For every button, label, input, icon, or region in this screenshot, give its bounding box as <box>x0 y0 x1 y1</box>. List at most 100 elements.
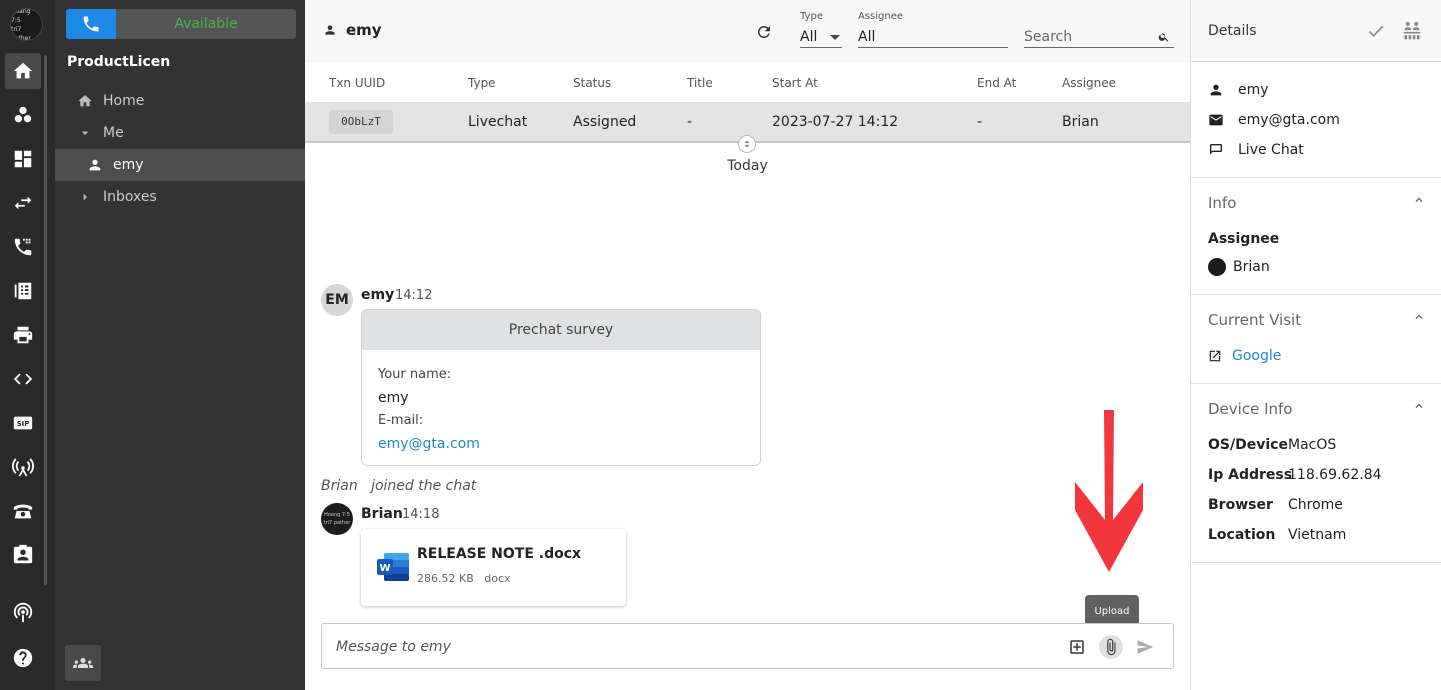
agent-status-bar: Available <box>66 9 296 39</box>
phonebook-icon <box>12 280 34 302</box>
message-input[interactable] <box>336 636 1036 658</box>
rail-calls[interactable] <box>5 229 41 265</box>
phone-dots-icon <box>12 236 34 258</box>
contact-email-row: emy@gta.com <box>1208 112 1340 128</box>
conversation-area: emy Type All Assignee All Search Txn UUI… <box>305 0 1190 690</box>
refresh-button[interactable] <box>755 23 773 41</box>
details-title: Details <box>1208 23 1257 39</box>
chevron-up-icon <box>1415 314 1423 319</box>
device-info-section-title: Device Info <box>1208 400 1293 418</box>
svg-text:SIP: SIP <box>17 420 30 428</box>
rail-id-card[interactable] <box>5 537 41 573</box>
column-assignee[interactable]: Assignee <box>1062 76 1116 90</box>
merge-button[interactable] <box>1402 21 1422 41</box>
upload-button[interactable] <box>1099 635 1123 659</box>
add-note-button[interactable] <box>1065 635 1089 659</box>
rail-dashboard[interactable] <box>5 141 41 177</box>
collapse-visit-button[interactable] <box>1412 310 1426 324</box>
rail-broadcast[interactable] <box>5 449 41 485</box>
person-icon <box>323 23 346 37</box>
visit-link-row[interactable]: Google <box>1208 348 1281 364</box>
divider <box>1191 562 1441 563</box>
annotation-arrow-icon <box>1075 410 1143 572</box>
user-avatar[interactable]: Hoang 7:5 tri7 pather <box>10 8 43 41</box>
type-filter-select[interactable]: All <box>800 26 842 48</box>
row-end-at: - <box>977 114 983 130</box>
visit-link[interactable]: Google <box>1232 348 1281 364</box>
rail-sip[interactable]: SIP <box>5 405 41 441</box>
column-title[interactable]: Title <box>687 76 713 90</box>
contact-name: emy <box>346 21 382 39</box>
nav-item-inboxes[interactable]: Inboxes <box>55 181 305 213</box>
rail-scrollbar[interactable] <box>44 55 47 585</box>
contact-name-row: emy <box>1208 82 1269 98</box>
resize-handle[interactable] <box>738 135 756 153</box>
rail-contacts[interactable] <box>5 273 41 309</box>
survey-name-value: emy <box>378 390 409 406</box>
device-key: Browser <box>1208 497 1273 513</box>
message-composer <box>321 623 1174 669</box>
message-author: emy <box>361 287 395 303</box>
rail-telephone[interactable] <box>5 493 41 529</box>
left-rail: Hoang 7:5 tri7 pather SIP <box>0 0 55 690</box>
system-message: Brian joined the chat <box>321 478 477 494</box>
txn-uuid-chip[interactable]: 0ObLzT <box>329 110 393 134</box>
rail-print[interactable] <box>5 317 41 353</box>
rail-home[interactable] <box>5 53 41 89</box>
collapse-info-button[interactable] <box>1412 193 1426 207</box>
day-separator: Today <box>727 158 768 174</box>
rail-code[interactable] <box>5 361 41 397</box>
help-icon <box>12 647 34 669</box>
column-type[interactable]: Type <box>468 76 496 90</box>
assignee-filter-input[interactable]: All <box>858 26 1008 48</box>
resolve-button[interactable] <box>1366 21 1386 41</box>
person-icon <box>87 157 113 173</box>
message-author: Brian <box>361 506 403 522</box>
details-header: Details <box>1191 0 1441 62</box>
send-button[interactable] <box>1133 635 1157 659</box>
assignee-label: Assignee <box>1208 231 1280 247</box>
rail-workflow[interactable] <box>5 97 41 133</box>
message-time: 14:12 <box>395 288 433 303</box>
row-type: Livechat <box>468 114 528 130</box>
file-name: RELEASE NOTE .docx <box>417 546 582 562</box>
file-attachment[interactable]: W RELEASE NOTE .docx 286.52 KB docx <box>361 529 626 606</box>
team-button[interactable] <box>65 645 101 681</box>
signal-icon <box>12 602 34 624</box>
home-icon <box>12 60 34 82</box>
nav-item-home[interactable]: Home <box>55 85 305 117</box>
device-key: OS/Device <box>1208 437 1288 453</box>
collapse-device-button[interactable] <box>1412 399 1426 413</box>
availability-toggle[interactable]: Available <box>116 9 296 39</box>
message-time: 14:18 <box>402 507 440 522</box>
dialer-button[interactable] <box>66 9 116 39</box>
column-start-at[interactable]: Start At <box>772 76 818 90</box>
column-status[interactable]: Status <box>573 76 611 90</box>
row-start-at: 2023-07-27 14:12 <box>772 114 899 130</box>
type-filter-label: Type <box>800 11 823 22</box>
caret-down-icon <box>77 125 103 141</box>
rail-podcast[interactable] <box>5 595 41 631</box>
rail-help[interactable] <box>5 640 41 676</box>
column-txn-uuid[interactable]: Txn UUID <box>329 76 385 90</box>
avatar: Hoang 7:5 tri7 pather <box>321 503 353 535</box>
check-icon <box>1368 25 1384 37</box>
device-value: MacOS <box>1288 437 1337 453</box>
nav-item-me[interactable]: Me <box>55 117 305 149</box>
send-icon <box>1136 638 1154 656</box>
contact-header: emy <box>323 21 382 39</box>
search-input[interactable]: Search <box>1024 26 1174 48</box>
printer-icon <box>12 324 34 346</box>
rail-transfer[interactable] <box>5 185 41 221</box>
divider <box>1191 177 1441 178</box>
merge-users-icon <box>1403 21 1421 40</box>
survey-email-link[interactable]: emy@gta.com <box>378 436 480 452</box>
nav-item-emy[interactable]: emy <box>55 149 305 181</box>
device-value: Chrome <box>1288 497 1343 513</box>
paperclip-icon <box>1102 638 1120 656</box>
avatar <box>1208 258 1226 276</box>
column-end-at[interactable]: End At <box>977 76 1016 90</box>
svg-text:W: W <box>379 563 390 574</box>
unfold-icon <box>742 139 752 149</box>
info-section-title: Info <box>1208 194 1237 212</box>
